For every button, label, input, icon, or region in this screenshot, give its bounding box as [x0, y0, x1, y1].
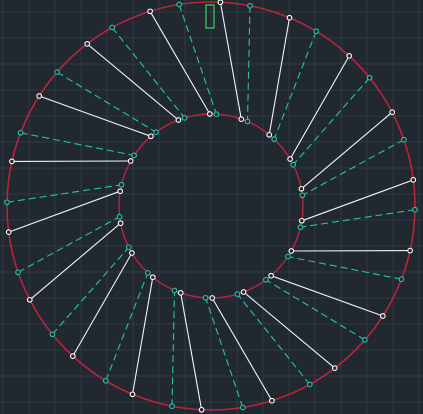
inner-grip-point[interactable]	[116, 213, 123, 220]
inner-grip-point[interactable]	[285, 253, 291, 260]
inner-grip-point[interactable]	[144, 270, 151, 276]
outer-grip-point[interactable]	[176, 1, 183, 8]
outer-grip-point[interactable]	[331, 365, 338, 371]
inner-grip-point[interactable]	[299, 192, 306, 199]
outer-grip-point[interactable]	[5, 229, 12, 235]
inner-grip-point[interactable]	[268, 272, 274, 279]
spoke-solid[interactable]	[180, 292, 203, 410]
inner-grip-point[interactable]	[125, 244, 132, 251]
inner-grip-point[interactable]	[118, 181, 125, 188]
outer-grip-point[interactable]	[407, 247, 413, 254]
outer-grip-point[interactable]	[109, 24, 116, 31]
inner-grip-point[interactable]	[127, 158, 134, 164]
outer-grip-point[interactable]	[17, 129, 24, 136]
spoke-dashed[interactable]	[236, 293, 311, 385]
spoke-dashed[interactable]	[111, 27, 186, 119]
spoke-dashed[interactable]	[105, 272, 149, 381]
inner-grip-point[interactable]	[297, 224, 304, 231]
inner-grip-point[interactable]	[149, 274, 156, 281]
outer-grip-point[interactable]	[306, 381, 313, 388]
inner-grip-point[interactable]	[234, 291, 241, 297]
outer-grip-point[interactable]	[49, 331, 56, 338]
inner-grip-point[interactable]	[117, 220, 124, 227]
inner-grip-point[interactable]	[213, 111, 220, 118]
inner-grip-point[interactable]	[263, 276, 269, 283]
spoke-solid[interactable]	[268, 17, 291, 135]
outer-grip-point[interactable]	[129, 391, 136, 398]
inner-grip-point[interactable]	[171, 287, 178, 294]
inner-grip-point[interactable]	[181, 115, 188, 121]
spoke-solid[interactable]	[219, 2, 242, 120]
outer-grip-point[interactable]	[54, 69, 60, 75]
spoke-dashed[interactable]	[51, 246, 130, 335]
inner-grip-point[interactable]	[129, 250, 135, 256]
inner-grip-point[interactable]	[131, 152, 137, 159]
inner-grip-point[interactable]	[290, 161, 297, 168]
cad-drawing[interactable]	[0, 0, 423, 414]
inner-grip-point[interactable]	[209, 295, 216, 301]
spoke-solid[interactable]	[270, 275, 383, 317]
outer-grip-point[interactable]	[36, 93, 43, 99]
cad-viewport[interactable]	[0, 0, 423, 414]
inner-grip-point[interactable]	[117, 188, 124, 195]
outer-grip-point[interactable]	[169, 403, 175, 410]
outer-grip-point[interactable]	[366, 74, 373, 81]
inner-grip-point[interactable]	[206, 111, 213, 117]
outer-grip-point[interactable]	[362, 337, 368, 343]
outer-grip-point[interactable]	[398, 276, 405, 283]
spoke-dashed[interactable]	[273, 31, 317, 140]
outer-grip-point[interactable]	[69, 353, 76, 359]
outer-grip-point[interactable]	[26, 296, 33, 303]
spoke-solid[interactable]	[8, 190, 121, 233]
spoke-solid[interactable]	[289, 55, 350, 160]
outer-grip-point[interactable]	[198, 406, 205, 413]
grid-lines	[0, 0, 423, 414]
outer-grip-point[interactable]	[389, 109, 396, 116]
outer-grip-point[interactable]	[269, 397, 275, 404]
outer-grip-point[interactable]	[4, 199, 10, 206]
inner-grip-point[interactable]	[177, 290, 184, 296]
inner-grip-point[interactable]	[266, 131, 273, 138]
outer-grip-point[interactable]	[102, 377, 109, 384]
spoke-dashed[interactable]	[287, 256, 402, 280]
outer-grip-point[interactable]	[346, 53, 353, 59]
inner-grip-point[interactable]	[298, 217, 305, 224]
spoke-dashed[interactable]	[20, 132, 135, 156]
inner-grip-point[interactable]	[287, 156, 293, 162]
inner-grip-point[interactable]	[238, 116, 245, 122]
inner-grip-point[interactable]	[202, 294, 209, 301]
outer-grip-point[interactable]	[379, 313, 386, 319]
spoke-solid[interactable]	[301, 179, 414, 222]
inner-grip-point[interactable]	[153, 129, 159, 136]
spoke-solid[interactable]	[131, 277, 154, 395]
spoke-dashed[interactable]	[292, 77, 371, 166]
outer-grip-point[interactable]	[401, 136, 407, 143]
inner-grip-point[interactable]	[148, 133, 154, 140]
outer-grip-point[interactable]	[313, 28, 320, 35]
outer-grip-point[interactable]	[84, 41, 91, 47]
inner-grip-point[interactable]	[240, 289, 247, 295]
inner-grip-point[interactable]	[288, 248, 295, 254]
outer-grip-point[interactable]	[247, 2, 253, 9]
outer-grip-point[interactable]	[412, 206, 418, 213]
outer-grip-point[interactable]	[286, 14, 293, 21]
outer-grip-point[interactable]	[15, 269, 21, 276]
spoke-dashed[interactable]	[300, 209, 416, 228]
outer-grip-point[interactable]	[217, 0, 224, 6]
spoke-dashed[interactable]	[17, 216, 120, 273]
inner-grip-point[interactable]	[271, 136, 278, 142]
inner-grip-point[interactable]	[298, 185, 305, 192]
inner-grip-point[interactable]	[175, 117, 182, 123]
inner-grip-point[interactable]	[244, 118, 251, 125]
outer-grip-point[interactable]	[9, 158, 15, 165]
spoke-solid[interactable]	[72, 252, 133, 357]
outer-grip-point[interactable]	[410, 177, 417, 183]
outer-grip-point[interactable]	[147, 8, 153, 15]
outer-grip-point[interactable]	[239, 404, 246, 411]
spoke-dashed[interactable]	[171, 290, 176, 407]
selection-marker[interactable]	[205, 4, 215, 29]
